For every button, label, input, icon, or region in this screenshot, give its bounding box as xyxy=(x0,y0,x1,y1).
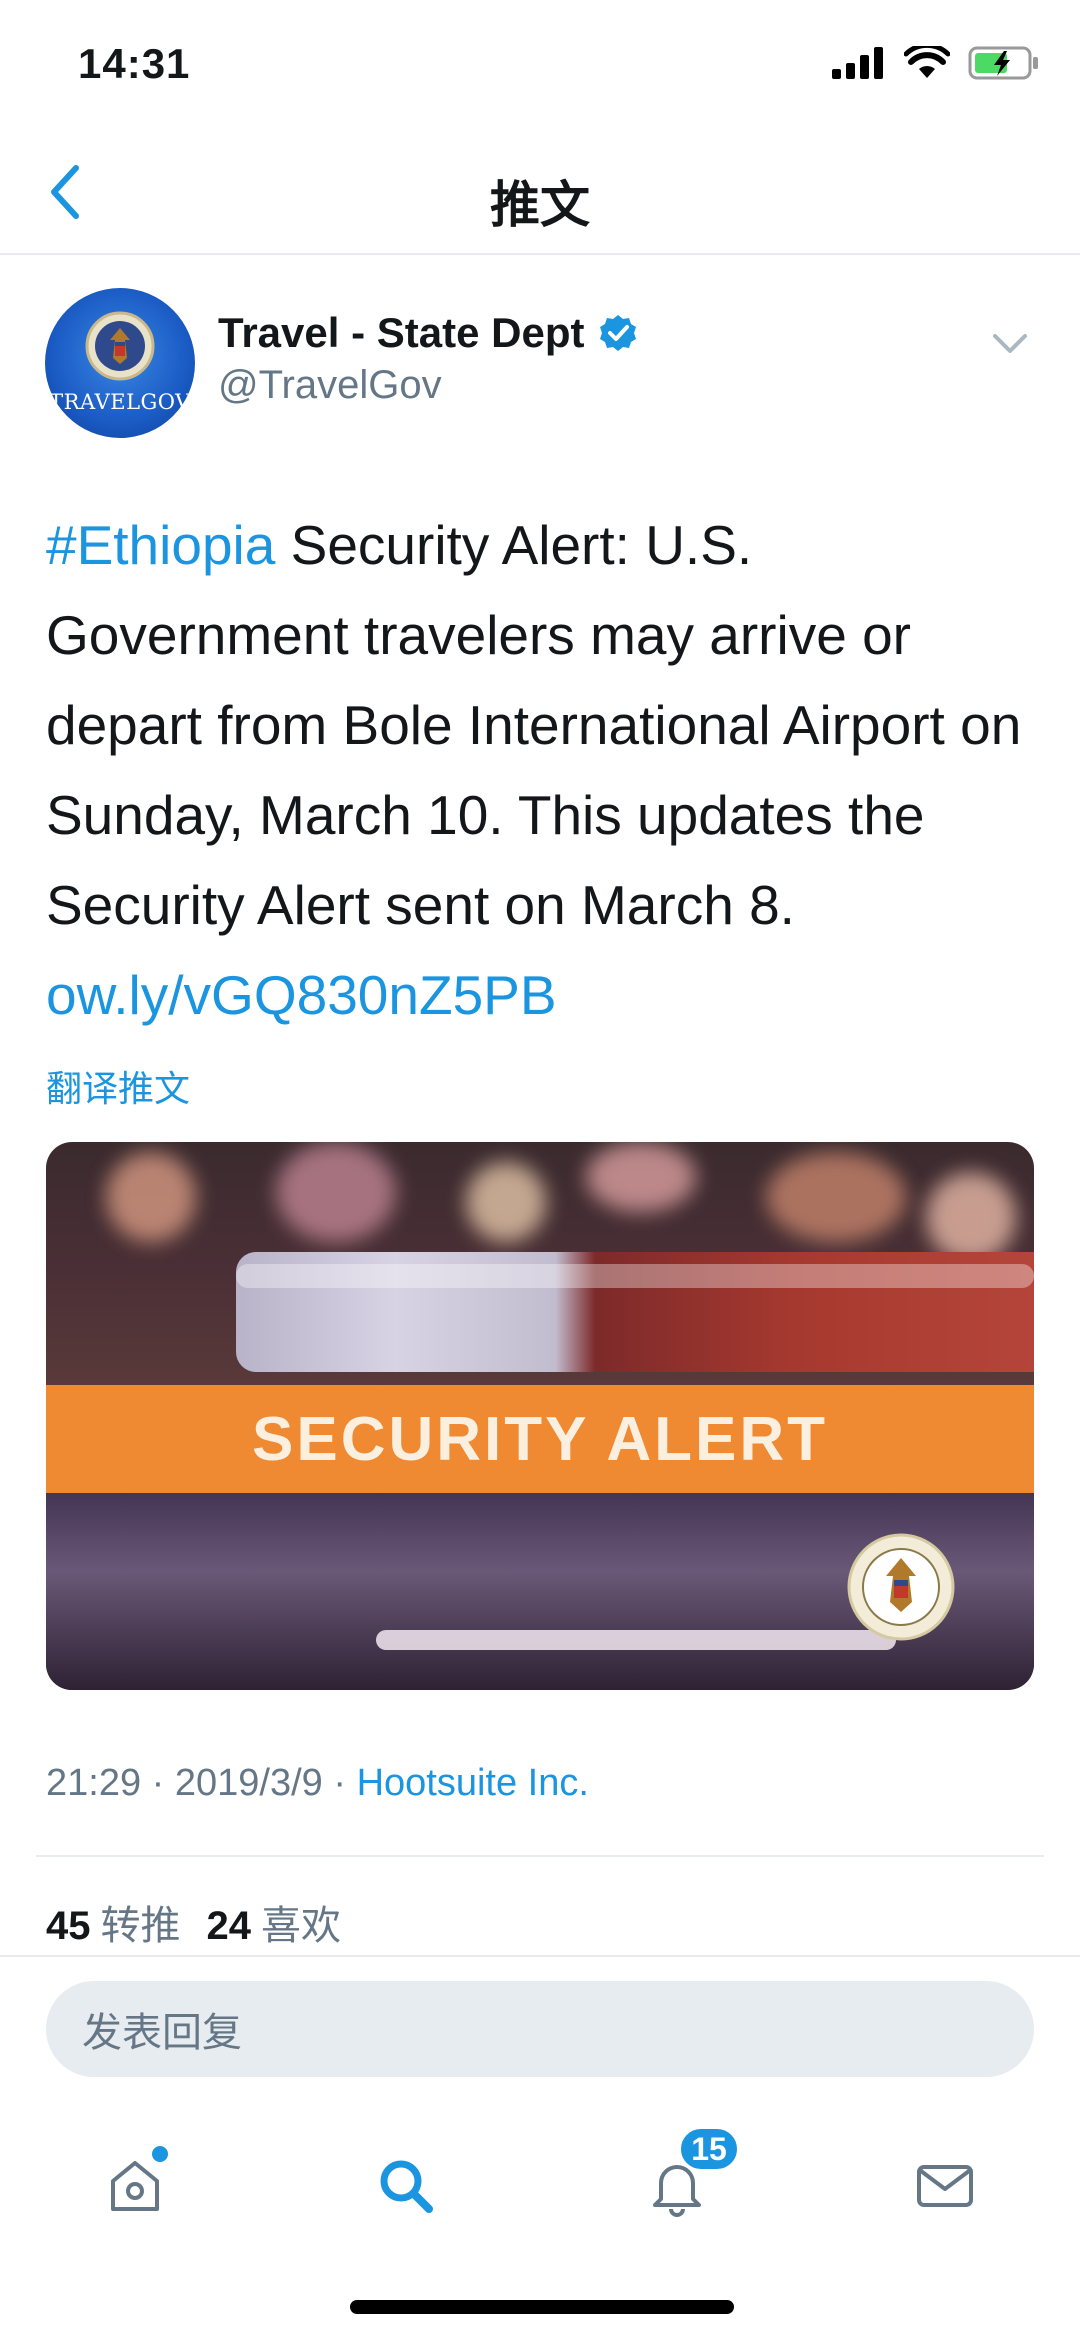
tweet-body: Security Alert: U.S. Government traveler… xyxy=(46,514,1022,936)
reply-input[interactable]: 发表回复 xyxy=(46,1981,1034,2077)
search-icon xyxy=(380,2160,433,2213)
bokeh-light xyxy=(586,1142,696,1212)
status-bar: 14:31 xyxy=(0,0,1080,135)
battery-charging-icon xyxy=(968,46,1038,80)
tweet-header: TRAVELGOV Travel - State Dept @TravelGov xyxy=(0,285,1080,445)
tab-home[interactable] xyxy=(90,2140,180,2230)
likes-stat[interactable]: 24 喜欢 xyxy=(207,1904,342,1948)
bokeh-light xyxy=(276,1142,396,1242)
hashtag-link[interactable]: #Ethiopia xyxy=(46,514,275,576)
tweet-url-link[interactable]: ow.ly/vGQ830nZ5PB xyxy=(46,964,557,1026)
display-name[interactable]: Travel - State Dept xyxy=(218,309,584,357)
likes-label: 喜欢 xyxy=(261,1904,341,1948)
lightbar-shine xyxy=(236,1264,1034,1288)
chevron-down-icon xyxy=(993,334,1027,353)
status-time: 14:31 xyxy=(78,40,191,87)
tweet-media-image[interactable]: SECURITY ALERT xyxy=(46,1142,1034,1690)
mail-icon xyxy=(917,2165,973,2207)
car-stripe xyxy=(376,1630,896,1650)
page-title: 推文 xyxy=(490,177,590,233)
tweet-meta: 21:29 · 2019/3/9 · Hootsuite Inc. xyxy=(46,1762,589,1805)
tweet-detail-screen: 14:31 推文 TRAVELGOV Travel - State Dept @… xyxy=(0,0,1080,2339)
tweet-options-button[interactable] xyxy=(980,319,1040,369)
home-indicator[interactable] xyxy=(350,2300,734,2314)
display-name-row: Travel - State Dept xyxy=(218,309,638,357)
retweets-count: 45 xyxy=(46,1904,91,1948)
avatar-text: TRAVELGOV xyxy=(49,390,191,414)
bokeh-light xyxy=(466,1162,546,1242)
wifi-icon xyxy=(904,46,950,78)
retweets-label: 转推 xyxy=(100,1904,181,1948)
tweet-date: 2019/3/9 xyxy=(174,1762,323,1804)
translate-tweet-link[interactable]: 翻译推文 xyxy=(46,1060,190,1112)
navigation-bar: 推文 xyxy=(0,135,1080,255)
state-dept-seal-icon xyxy=(847,1533,955,1641)
bokeh-light xyxy=(106,1152,196,1242)
tweet-text: #Ethiopia Security Alert: U.S. Governmen… xyxy=(46,500,1046,1040)
alert-banner-text: SECURITY ALERT xyxy=(252,1404,828,1474)
reply-bar: 发表回复 xyxy=(0,1955,1080,2085)
unread-dot xyxy=(152,2146,168,2162)
bokeh-light xyxy=(926,1172,1016,1262)
user-handle[interactable]: @TravelGov xyxy=(218,363,442,408)
tab-search[interactable] xyxy=(360,2140,450,2230)
home-icon xyxy=(111,2161,159,2211)
bokeh-light xyxy=(766,1152,906,1242)
divider xyxy=(36,1855,1044,1857)
state-dept-seal-icon xyxy=(85,311,155,381)
verified-badge-icon xyxy=(600,315,637,351)
status-icons xyxy=(832,46,1040,80)
tweet-source-link[interactable]: Hootsuite Inc. xyxy=(357,1762,589,1804)
tab-notifications[interactable]: 15 xyxy=(632,2126,740,2230)
tweet-stats: 45 转推 24 喜欢 xyxy=(46,1893,341,1951)
tab-messages[interactable] xyxy=(900,2140,990,2230)
retweets-stat[interactable]: 45 转推 xyxy=(46,1904,181,1948)
tweet-time: 21:29 xyxy=(46,1762,142,1804)
alert-banner: SECURITY ALERT xyxy=(46,1385,1034,1493)
meta-separator: · xyxy=(141,1762,175,1804)
avatar[interactable]: TRAVELGOV xyxy=(45,288,195,438)
meta-separator: · xyxy=(322,1762,357,1804)
signal-icon xyxy=(832,47,883,79)
notifications-badge: 15 xyxy=(678,2126,740,2172)
tab-bar: 15 xyxy=(0,2110,1080,2240)
likes-count: 24 xyxy=(206,1904,252,1948)
